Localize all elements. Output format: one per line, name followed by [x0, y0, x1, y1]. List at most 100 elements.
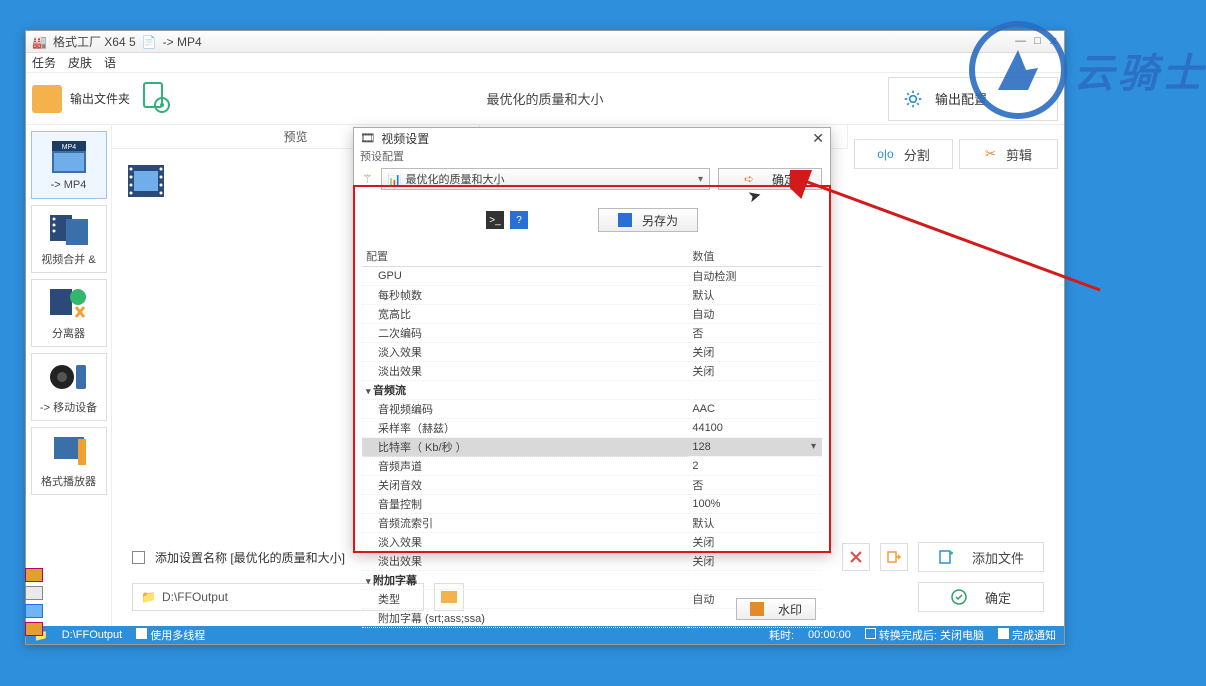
titlebar: 🏭 格式工厂 X64 5 📄 -> MP4 — □ ✕	[26, 31, 1064, 53]
row-sample[interactable]: 采样率（赫兹）44100	[362, 419, 822, 438]
row-acodec[interactable]: 音视频编码AAC	[362, 400, 822, 419]
row-gpu[interactable]: GPU自动检测	[362, 267, 822, 286]
splitter-icon	[48, 285, 90, 321]
split-icon: o|o	[877, 147, 893, 161]
arrow-right-icon: ➪	[744, 172, 754, 186]
notify-label: 完成通知	[1012, 630, 1056, 642]
group-audio[interactable]: 音频流	[362, 381, 822, 400]
doc-gear-icon[interactable]	[138, 79, 174, 118]
split-button[interactable]: o|o 分割	[854, 139, 953, 169]
mp4-file-icon: MP4	[48, 139, 90, 175]
button-label: 水印	[778, 601, 802, 618]
elapsed-label: 耗时:	[769, 627, 794, 643]
row-fadeout-a[interactable]: 淡出效果关闭	[362, 552, 822, 571]
sidebar-item-player[interactable]: 格式播放器	[31, 427, 107, 495]
plus-file-icon	[938, 549, 954, 565]
dialog-close-button[interactable]: ✕	[812, 130, 824, 147]
tray-icon[interactable]	[25, 586, 43, 600]
main-ok-button[interactable]: 确定	[918, 582, 1044, 612]
row-fps[interactable]: 每秒帧数默认	[362, 286, 822, 305]
menubar: 任务 皮肤 语	[26, 53, 1064, 73]
mobile-icon	[48, 359, 90, 395]
afterdone-value: 关闭电脑	[940, 630, 984, 642]
multithread-checkbox[interactable]	[136, 628, 147, 639]
tab-label: 预览	[283, 128, 307, 145]
row-stream-index[interactable]: 音频流索引默认	[362, 514, 822, 533]
sidebar-item-label: -> 移动设备	[40, 399, 97, 415]
notify-checkbox[interactable]	[998, 628, 1009, 639]
status-path: D:\FFOutput	[62, 629, 123, 641]
button-label: 另存为	[642, 212, 678, 229]
preset-select[interactable]: 📊 最优化的质量和大小	[381, 168, 710, 190]
film-icon	[124, 161, 168, 201]
button-label: 确定	[772, 171, 796, 188]
col-name: 配置	[362, 246, 688, 267]
row-disable-audio[interactable]: 关闭音效否	[362, 476, 822, 495]
app-title: 格式工厂 X64 5	[53, 33, 136, 50]
brand-watermark-text: 云骑士	[1074, 41, 1206, 99]
save-icon	[618, 213, 632, 227]
x-icon	[848, 549, 864, 565]
file-icon: 📄	[142, 35, 157, 49]
sidebar-item-mobile[interactable]: -> 移动设备	[31, 353, 107, 421]
group-subtitle[interactable]: 附加字幕	[362, 571, 822, 590]
sidebar-item-label: 格式播放器	[41, 473, 96, 489]
add-file-button[interactable]: 添加文件	[918, 542, 1044, 572]
export-button[interactable]	[880, 543, 908, 571]
image-icon	[750, 602, 764, 616]
check-circle-icon	[951, 589, 967, 605]
statusbar: 📁 D:\FFOutput 使用多线程 耗时: 00:00:00 转换完成后: …	[26, 626, 1064, 644]
button-label: 确定	[985, 588, 1011, 607]
add-preset-name-checkbox[interactable]	[132, 551, 145, 564]
preset-value: 最优化的质量和大小	[405, 171, 504, 187]
sidebar-item-label: 视频合并 &	[41, 251, 95, 267]
player-icon	[48, 433, 90, 469]
tray-icon[interactable]	[25, 568, 43, 582]
menu-skin[interactable]: 皮肤	[68, 54, 92, 71]
afterdone-label: 转换完成后:	[879, 630, 937, 642]
save-as-button[interactable]: 另存为	[598, 208, 698, 232]
row-volume[interactable]: 音量控制100%	[362, 495, 822, 514]
dialog-ok-button[interactable]: ➪ 确定	[718, 168, 822, 190]
row-aspect[interactable]: 宽高比自动	[362, 305, 822, 324]
toolbar: 输出文件夹 最优化的质量和大小 输出配置	[26, 73, 1064, 125]
row-fadein-a[interactable]: 淡入效果关闭	[362, 533, 822, 552]
menu-lang[interactable]: 语	[104, 54, 116, 71]
sidebar-item-splitter[interactable]: 分离器	[31, 279, 107, 347]
afterdone-checkbox[interactable]	[865, 628, 876, 639]
terminal-icon[interactable]: >_	[486, 211, 504, 229]
app-icon: 🏭	[32, 35, 47, 49]
scissors-icon: ✂	[985, 146, 996, 162]
folder-icon	[32, 85, 62, 113]
watermark-button[interactable]: 水印	[736, 598, 816, 620]
col-value: 数值	[688, 246, 822, 267]
sidebar-item-label: 分离器	[52, 325, 85, 341]
sidebar-item-label: -> MP4	[51, 179, 87, 191]
button-label: 剪辑	[1006, 145, 1032, 164]
preset-label: 预设配置	[354, 148, 830, 164]
trim-button[interactable]: ✂ 剪辑	[959, 139, 1058, 169]
row-fadeout-v[interactable]: 淡出效果关闭	[362, 362, 822, 381]
breadcrumb: -> MP4	[163, 35, 202, 49]
row-twopass[interactable]: 二次编码否	[362, 324, 822, 343]
menu-tasks[interactable]: 任务	[32, 54, 56, 71]
help-icon[interactable]: ?	[510, 211, 528, 229]
dialog-title: 视频设置	[381, 130, 429, 147]
film-merge-icon	[48, 211, 90, 247]
elapsed-value: 00:00:00	[808, 629, 851, 641]
output-folder-label[interactable]: 输出文件夹	[70, 90, 130, 107]
sidebar-item-mp4[interactable]: MP4 -> MP4	[31, 131, 107, 199]
tray-icon[interactable]	[25, 622, 43, 636]
row-channels[interactable]: 音频声道2	[362, 457, 822, 476]
sidebar-item-merge[interactable]: 视频合并 &	[31, 205, 107, 273]
button-label: 分割	[904, 145, 930, 164]
dialog-icon: 🎞	[360, 131, 375, 145]
gear-icon	[903, 89, 923, 109]
remove-button[interactable]	[842, 543, 870, 571]
button-label: 添加文件	[972, 548, 1024, 567]
tray-icon[interactable]	[25, 604, 43, 618]
row-bitrate[interactable]: 比特率（ Kb/秒 ）128	[362, 438, 822, 457]
svg-text:MP4: MP4	[61, 144, 76, 151]
row-fadein-v[interactable]: 淡入效果关闭	[362, 343, 822, 362]
checkbox-label: 添加设置名称 [最优化的质量和大小]	[155, 549, 345, 566]
